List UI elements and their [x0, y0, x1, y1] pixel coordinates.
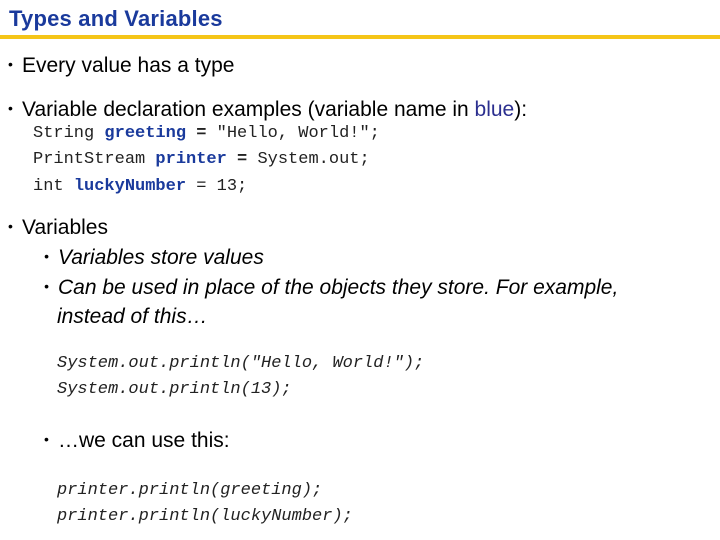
subbullet-store-values: • Variables store values: [44, 246, 264, 269]
bullet-icon: •: [8, 218, 13, 234]
declaration-line: PrintStream printer = System.out;: [33, 150, 370, 169]
declaration-line: String greeting = "Hello, World!";: [33, 124, 380, 143]
subbullet-used-in-place-continued: instead of this…: [57, 305, 208, 328]
before-code-line: System.out.println("Hello, World!");: [57, 354, 425, 373]
variable-name: greeting: [104, 124, 187, 143]
bullet-icon: •: [8, 100, 13, 116]
slide-title: Types and Variables: [9, 6, 223, 31]
title-underline: [0, 35, 720, 39]
bullet-every-value: • Every value has a type: [8, 54, 235, 77]
after-code-line: printer.println(greeting);: [57, 481, 323, 500]
after-code-line: printer.println(luckyNumber);: [57, 507, 353, 526]
bullet-icon: •: [8, 56, 13, 72]
bullet-variables: • Variables: [8, 216, 108, 239]
blue-word: blue: [474, 98, 515, 121]
bullet-declaration-examples: • Variable declaration examples (variable…: [8, 98, 528, 121]
subbullet-used-in-place: • Can be used in place of the objects the…: [44, 276, 619, 299]
variable-name: printer: [155, 150, 227, 169]
bullet-icon: •: [44, 431, 49, 447]
bullet-icon: •: [44, 278, 49, 294]
subbullet-we-can-use: • …we can use this:: [44, 429, 230, 452]
before-code-line: System.out.println(13);: [57, 380, 292, 399]
variable-name: luckyNumber: [73, 177, 187, 196]
bullet-icon: •: [44, 248, 49, 264]
declaration-line: int luckyNumber = 13;: [33, 177, 248, 196]
